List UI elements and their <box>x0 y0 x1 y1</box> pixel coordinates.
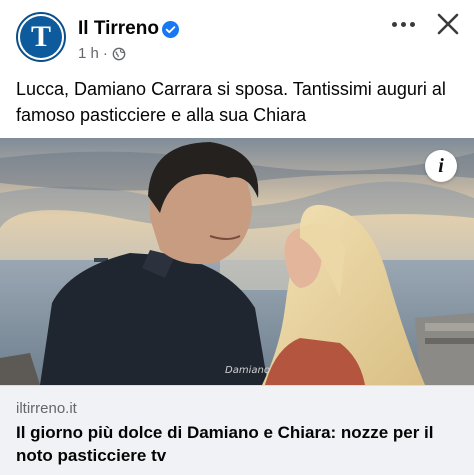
link-title[interactable]: Il giorno più dolce di Damiano e Chiara:… <box>16 421 466 467</box>
post-time[interactable]: 1 h <box>78 45 99 62</box>
photo-info-button[interactable]: i <box>425 150 457 182</box>
close-icon[interactable] <box>434 10 462 38</box>
post-photo[interactable]: Damiano <box>0 138 474 385</box>
link-domain: iltirreno.it <box>16 400 77 417</box>
meta-separator: · <box>102 45 108 62</box>
more-options-dot <box>400 21 406 27</box>
logo-letter: T <box>30 20 51 53</box>
more-options-button[interactable] <box>388 14 418 34</box>
globe-icon <box>112 47 126 60</box>
post-header: T Il Tirreno 1 h · <box>0 0 474 68</box>
info-icon: i <box>438 154 444 177</box>
shirt-signature: Damiano <box>225 365 270 376</box>
couple-photo-illustration: Damiano <box>0 138 474 385</box>
page-avatar[interactable]: T <box>16 12 66 62</box>
page-logo: T <box>20 16 62 58</box>
more-options-dot <box>409 21 415 27</box>
post-text: Lucca, Damiano Carrara si sposa. Tantiss… <box>16 79 446 125</box>
page-name[interactable]: Il Tirreno <box>78 18 159 40</box>
link-preview-card[interactable]: iltirreno.it Il giorno più dolce di Dami… <box>0 385 474 475</box>
more-options-icon <box>391 21 397 27</box>
verified-badge-icon <box>162 21 179 38</box>
post-meta: 1 h · <box>78 45 126 62</box>
